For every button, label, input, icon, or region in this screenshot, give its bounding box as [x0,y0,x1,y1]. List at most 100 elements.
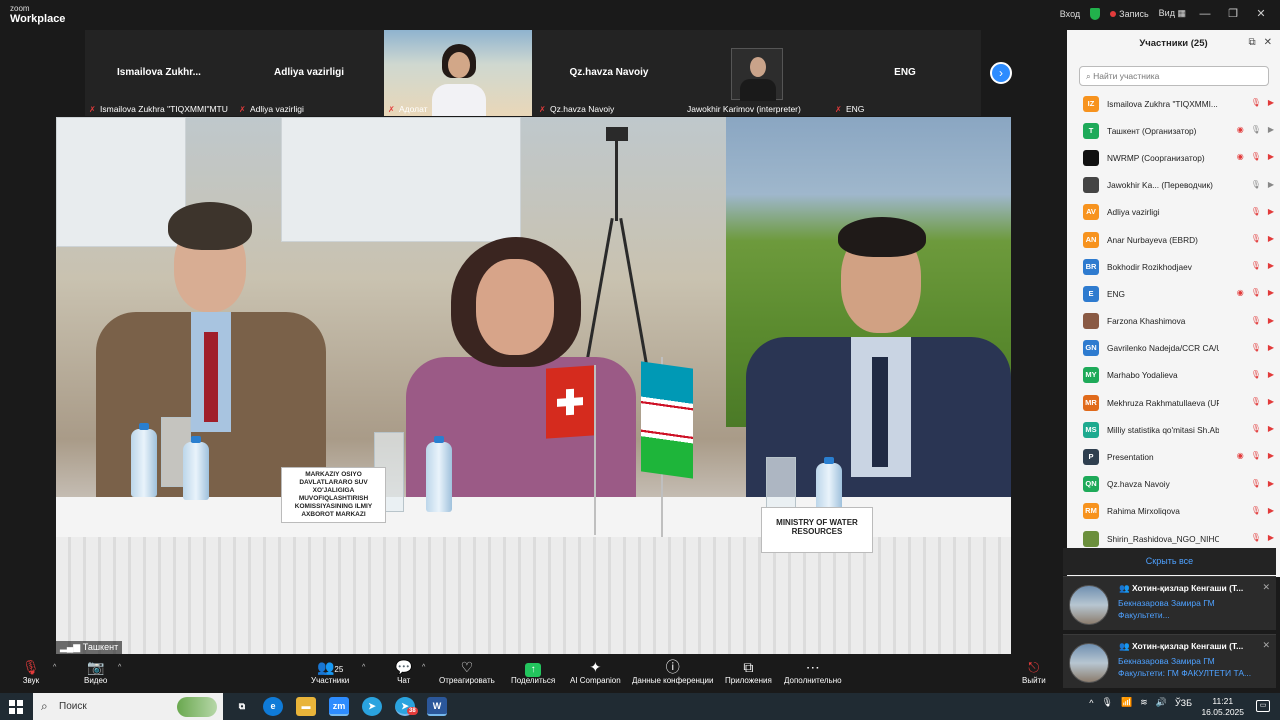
participant-row[interactable]: MY Marhabo Yodalieva 🎙 ▶ [1067,362,1280,389]
restore-icon[interactable]: ❐ [1224,7,1242,20]
volume-icon[interactable]: 🔊 [1156,697,1167,708]
participant-status-icons: 🎙 ▶ [1251,533,1274,542]
participant-row[interactable]: BR Bokhodir Rozikhodjaev 🎙 ▶ [1067,253,1280,280]
apps-button[interactable]: ⧉ Приложения [725,658,772,685]
video-off-icon: ▶ [1267,342,1274,352]
participant-tile[interactable]: Adliya vazirligi ✗ Adliya vazirligi [235,30,383,116]
participant-row[interactable]: RM Rahima Mirxoliqova 🎙 ▶ [1067,498,1280,525]
participants-button[interactable]: 👥25 Участники [311,658,349,685]
leave-label: Выйти [1022,676,1046,685]
chat-button[interactable]: 💬 Чат [395,658,412,685]
zoom-app-icon[interactable]: zm [329,697,349,716]
word-icon[interactable]: W [427,697,447,716]
participant-row[interactable]: AV Adliya vazirligi 🎙 ▶ [1067,199,1280,226]
view-button[interactable]: Вид ▦ [1159,8,1186,19]
participant-name: Gavrilenko Nadejda/CCR CA/U... [1107,343,1219,354]
participant-tile[interactable]: Qz.havza Navoiy ✗ Qz.havza Navoiy [535,30,683,116]
edge-icon[interactable]: e [263,697,283,716]
login-button[interactable]: Вход [1060,9,1080,19]
windows-start-icon[interactable] [9,700,23,714]
close-icon[interactable]: ✕ [1262,582,1270,593]
telegram-badge-app-icon[interactable]: ➤ 38 [395,697,418,716]
participant-row[interactable]: Jawokhir Ka... (Переводчик) 🎙 ▶ [1067,172,1280,199]
participant-row[interactable]: NWRMP (Соорганизатор) ◉ 🎙 ▶ [1067,144,1280,171]
participant-status-icons: ◉ 🎙 ▶ [1237,288,1274,297]
file-explorer-icon[interactable]: ▬ [296,697,316,716]
wifi-icon[interactable]: ≋ [1140,697,1148,708]
security-shield-icon[interactable] [1090,7,1101,20]
chat-notification[interactable]: 👥 Хотин-қизлар Кенгаши (Т... Бекназарова… [1063,634,1276,688]
meeting-data-button[interactable]: ⓘ Данные конференции [632,658,713,685]
participant-row[interactable]: QN Qz.havza Navoiy 🎙 ▶ [1067,471,1280,498]
participant-tile-video[interactable]: ✗ Адолат [384,30,532,116]
chevron-up-icon[interactable]: ^ [1089,698,1093,708]
grid-icon: ▦ [1177,8,1186,18]
react-button[interactable]: ♡ Отреагировать [439,658,495,685]
participant-row[interactable]: MS Milliy statistika qo'mitasi Sh.Ab... 🎙 ▶ [1067,416,1280,443]
tile-label: Jawokhir Karimov (interpreter) [687,104,801,114]
tile-label-text: Adliya vazirligi [250,104,304,114]
participant-tile[interactable]: Ismailova Zukhr... ✗ Ismailova Zukhra "TI… [85,30,233,116]
video-button[interactable]: 📷 Видео [84,658,107,685]
recording-indicator[interactable]: Запись [1110,9,1149,19]
participant-row[interactable]: P Presentation ◉ 🎙 ▶ [1067,443,1280,470]
tile-name: Adliya vazirligi [273,67,345,78]
avatar: QN [1083,476,1099,493]
info-icon: ⓘ [665,659,680,675]
video-off-icon: ▶ [1267,233,1274,243]
avatar [1083,530,1099,547]
task-view-icon[interactable]: ⧉ [232,697,252,716]
mic-muted-icon: 🎙 [1250,233,1261,243]
participant-tile[interactable]: Jawokhir Karimov (interpreter) [683,30,831,116]
taskbar-clock[interactable]: 11:21 16.05.2025 [1201,696,1244,718]
language-indicator[interactable]: ЎЗБ [1175,698,1192,708]
participant-name: ENG [1107,288,1125,299]
swiss-flag [546,365,594,439]
pop-out-icon[interactable]: ⧉ [1248,37,1255,48]
video-off-icon: ▶ [1267,152,1274,162]
taskbar-search-label: Поиск [59,701,87,712]
close-icon[interactable]: ✕ [1252,7,1270,20]
hide-all-button[interactable]: Скрыть все [1063,548,1276,575]
audio-button[interactable]: 🎙 Звук [22,658,40,685]
participant-row[interactable]: T Ташкент (Организатор) ◉ 🎙 ▶ [1067,117,1280,144]
zoom-logo: zoom Workplace [10,4,65,25]
mic-muted-icon: 🎙 [1250,152,1261,162]
minimize-icon[interactable]: — [1196,8,1214,20]
close-panel-icon[interactable]: ✕ [1264,37,1272,48]
ai-companion-button[interactable]: ✦ AI Companion [570,658,621,685]
mic-icon[interactable]: 🎙 [1102,697,1113,708]
telegram-icon[interactable]: ➤ [362,697,382,716]
participant-row[interactable]: E ENG ◉ 🎙 ▶ [1067,280,1280,307]
chevron-up-icon[interactable]: ^ [362,664,365,671]
close-icon[interactable]: ✕ [1262,640,1270,651]
uzbek-flag [641,361,693,479]
mic-muted-icon: 🎙 [1250,478,1261,488]
participant-row[interactable]: Farzona Khashimova 🎙 ▶ [1067,308,1280,335]
zoom-window: zoom Workplace Вход Запись Вид ▦ — ❐ ✕ I… [0,0,1280,693]
share-button[interactable]: ↑ Поделиться [511,658,555,685]
notification-center-icon[interactable]: ▭ [1256,700,1270,712]
mic-muted-icon: ✗ [388,105,395,114]
participant-name: Adliya vazirligi [1107,207,1160,218]
mic-muted-icon: ✗ [539,105,546,114]
participant-row[interactable]: GN Gavrilenko Nadejda/CCR CA/U... 🎙 ▶ [1067,335,1280,362]
chevron-up-icon[interactable]: ^ [422,664,425,671]
leave-button[interactable]: ⎋ Выйти [1022,658,1046,685]
recording-label: Запись [1119,8,1149,19]
taskbar-search[interactable]: ⌕ Поиск [33,693,223,720]
participant-search-input[interactable]: ⌕ Найти участника [1079,66,1269,86]
share-icon: ↑ [511,658,555,677]
chevron-up-icon[interactable]: ^ [118,664,121,671]
people-icon: 👥 [1119,583,1132,593]
network-icon[interactable]: 📶 [1121,697,1132,708]
participant-row[interactable]: IZIsmailova Zukhra "TIQXMMI... (Я)🎙▶ [1067,90,1280,117]
chat-notification[interactable]: 👥 Хотин-қизлар Кенгаши (Т... Бекназарова… [1063,576,1276,630]
participant-tile[interactable]: ENG ✗ ENG [831,30,979,116]
participant-row[interactable]: AN Anar Nurbayeva (EBRD) 🎙 ▶ [1067,226,1280,253]
participant-row[interactable]: MR Mekhruza Rakhmatullaeva (UR... 🎙 ▶ [1067,389,1280,416]
more-button[interactable]: ⋯ Дополнительно [784,658,842,685]
chevron-up-icon[interactable]: ^ [53,664,56,671]
next-page-icon[interactable]: › [990,62,1012,84]
recording-icon: ◉ [1236,451,1244,461]
